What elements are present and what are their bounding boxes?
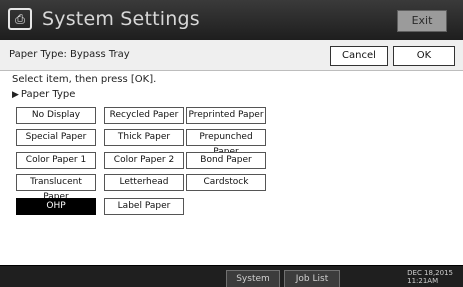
option-color-paper-1[interactable]: Color Paper 1 — [16, 152, 96, 169]
date-text: DEC 18,2015 — [407, 269, 453, 277]
setting-title: Paper Type: Bypass Tray — [9, 49, 130, 60]
copier-icon: ⎙ — [8, 8, 32, 30]
option-cardstock[interactable]: Cardstock — [186, 174, 266, 191]
page-title: System Settings — [42, 8, 200, 30]
triangle-right-icon: ▶ — [12, 90, 19, 100]
exit-button[interactable]: Exit — [397, 10, 447, 32]
screen: ⎙ System Settings Exit Paper Type: Bypas… — [0, 0, 463, 287]
option-letterhead[interactable]: Letterhead — [104, 174, 184, 191]
option-translucent-paper[interactable]: Translucent Paper — [16, 174, 96, 202]
option-preprinted-paper[interactable]: Preprinted Paper — [186, 107, 266, 124]
title-bar: ⎙ System Settings Exit — [0, 0, 463, 41]
instruction-text: Select item, then press [OK]. — [12, 74, 157, 85]
option-recycled-paper[interactable]: Recycled Paper — [104, 107, 184, 124]
option-special-paper[interactable]: Special Paper — [16, 129, 96, 146]
ok-button[interactable]: OK — [393, 46, 455, 66]
system-status-button[interactable]: System Status — [226, 270, 280, 287]
option-thick-paper[interactable]: Thick Paper — [104, 129, 184, 146]
option-ohp-transparency[interactable]: OHP (Transparency) — [16, 198, 96, 226]
time-text: 11:21AM — [407, 277, 439, 285]
option-label-paper[interactable]: Label Paper — [104, 198, 184, 215]
option-color-paper-2[interactable]: Color Paper 2 — [104, 152, 184, 169]
option-prepunched-paper[interactable]: Prepunched Paper — [186, 129, 266, 157]
subheader: Paper Type: Bypass Tray Cancel OK — [0, 40, 463, 71]
section-label: ▶ Paper Type — [12, 89, 75, 100]
datetime: DEC 18,2015 11:21AM — [407, 269, 453, 285]
job-list-button[interactable]: Job List — [284, 270, 340, 287]
cancel-button[interactable]: Cancel — [330, 46, 388, 66]
status-bar: System Status Job List DEC 18,2015 11:21… — [0, 265, 463, 287]
option-bond-paper[interactable]: Bond Paper — [186, 152, 266, 169]
option-no-display[interactable]: No Display — [16, 107, 96, 124]
section-label-text: Paper Type — [20, 89, 76, 100]
